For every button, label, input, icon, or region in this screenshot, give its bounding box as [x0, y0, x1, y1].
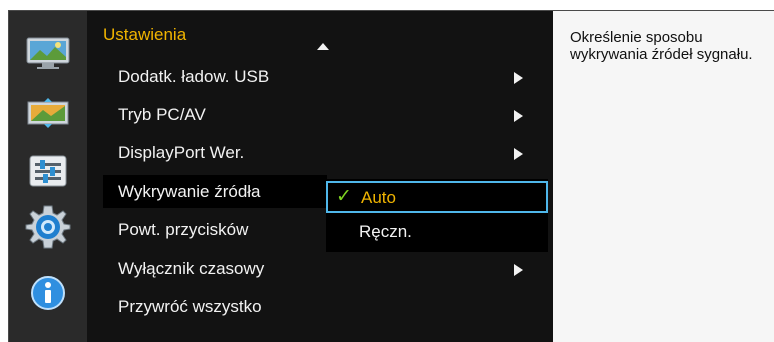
- chevron-right-icon: [514, 264, 523, 276]
- system-icon[interactable]: [23, 151, 73, 191]
- menu-item-displayport-version[interactable]: DisplayPort Wer.: [103, 136, 543, 169]
- menu-item-label: Tryb PC/AV: [118, 105, 206, 124]
- chevron-right-icon: [514, 110, 523, 122]
- menu-item-label: Przywróć wszystko: [118, 297, 262, 316]
- option-manual[interactable]: Ręczn.: [326, 215, 548, 247]
- help-panel: Określenie sposobu wykrywania źródeł syg…: [553, 11, 774, 342]
- menu-item-off-timer[interactable]: Wyłącznik czasowy: [103, 252, 543, 285]
- setup-gear-icon[interactable]: [23, 205, 73, 249]
- option-label: Ręczn.: [359, 222, 412, 241]
- menu-item-reset-all[interactable]: Przywróć wszystko: [103, 290, 543, 323]
- menu-item-label: Powt. przycisków: [118, 220, 249, 239]
- option-label: Auto: [361, 188, 396, 207]
- chevron-right-icon: [514, 72, 523, 84]
- menu-item-label: Wyłącznik czasowy: [118, 259, 265, 278]
- picture-icon[interactable]: [23, 33, 73, 73]
- scroll-up-icon[interactable]: [317, 43, 329, 50]
- menu-title: Ustawienia: [103, 25, 187, 44]
- help-description: Określenie sposobu wykrywania źródeł syg…: [570, 29, 753, 63]
- category-rail: [9, 11, 87, 342]
- menu-item-pc-av-mode[interactable]: Tryb PC/AV: [103, 98, 543, 131]
- settings-menu: Ustawienia Dodatk. ładow. USB Tryb PC/AV…: [87, 11, 553, 342]
- option-auto[interactable]: ✓ Auto: [326, 181, 548, 213]
- source-detection-submenu: ✓ Auto Ręczn.: [326, 179, 548, 252]
- menu-item-label: DisplayPort Wer.: [118, 143, 245, 162]
- checkmark-icon: ✓: [336, 186, 352, 207]
- menu-item-label: Dodatk. ładow. USB: [118, 67, 270, 86]
- chevron-right-icon: [514, 148, 523, 160]
- osd-menu-window: Ustawienia Dodatk. ładow. USB Tryb PC/AV…: [8, 10, 774, 342]
- information-icon[interactable]: [23, 273, 73, 313]
- menu-item-label: Wykrywanie źródła: [118, 182, 261, 201]
- onscreen-display-icon[interactable]: [23, 93, 73, 133]
- menu-item-source-detection[interactable]: Wykrywanie źródła: [103, 175, 327, 208]
- menu-item-usb-charging[interactable]: Dodatk. ładow. USB: [103, 60, 543, 93]
